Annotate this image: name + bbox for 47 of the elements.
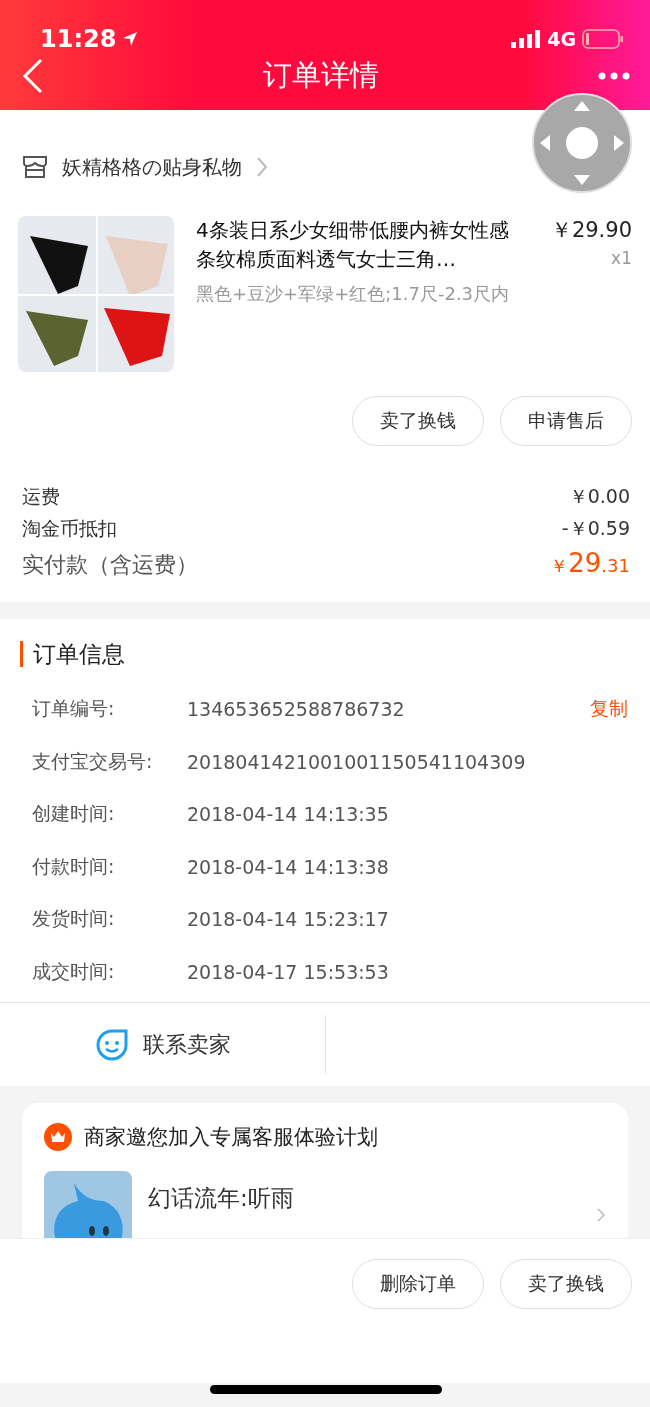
- invite-card[interactable]: 商家邀您加入专属客服体验计划 幻话流年:听雨: [22, 1103, 628, 1238]
- product-quantity: x1: [611, 248, 632, 268]
- info-value: 2018-04-14 14:13:35: [187, 803, 390, 826]
- fee-value: ￥0.00: [568, 484, 630, 509]
- store-icon: [22, 155, 48, 179]
- total-label: 实付款（含运费）: [22, 551, 198, 579]
- total-amount: ￥29.31: [550, 548, 630, 578]
- info-value: 2018-04-14 15:23:17: [187, 908, 390, 931]
- info-label: 发货时间:: [32, 906, 116, 932]
- product-price: ￥29.90: [550, 217, 632, 244]
- location-arrow-icon: [122, 31, 139, 47]
- info-value: 2018-04-14 14:13:38: [187, 855, 390, 878]
- crown-icon: [44, 1123, 72, 1151]
- product-sku: 黑色+豆沙+军绿+红色;1.7尺-2.3尺内: [196, 282, 511, 306]
- product-title[interactable]: 4条装日系少女细带低腰内裤女性感条纹棉质面料透气女士三角…: [196, 216, 526, 274]
- shop-name[interactable]: 妖精格格の贴身私物: [62, 153, 242, 181]
- info-label: 成交时间:: [32, 958, 116, 984]
- network-label: 4G: [547, 28, 576, 50]
- info-label: 支付宝交易号:: [32, 748, 154, 774]
- status-time: 11:28: [40, 25, 117, 53]
- chevron-right-icon: [256, 156, 268, 178]
- agent-name: 幻话流年:听雨: [148, 1184, 295, 1213]
- action-button[interactable]: 申请售后: [500, 396, 632, 446]
- chat-face-icon: [94, 1027, 129, 1062]
- action-button[interactable]: 删除订单: [352, 1259, 484, 1309]
- fee-value: -￥0.59: [561, 516, 630, 541]
- chevron-right-icon: [596, 1207, 606, 1223]
- action-button[interactable]: 卖了换钱: [500, 1259, 632, 1309]
- contact-seller-button[interactable]: 联系卖家: [142, 1029, 231, 1060]
- info-value: 2018-04-17 15:53:53: [187, 960, 390, 983]
- assistive-touch-icon[interactable]: [532, 93, 632, 193]
- back-icon[interactable]: [22, 58, 44, 94]
- fee-label: 淘金币抵扣: [22, 516, 117, 541]
- signal-icon: [511, 30, 542, 48]
- info-label: 订单编号:: [32, 696, 116, 722]
- mascot-icon: [44, 1171, 132, 1238]
- fee-label: 运费: [22, 484, 60, 509]
- invite-title: 商家邀您加入专属客服体验计划: [84, 1124, 378, 1151]
- info-label: 付款时间:: [32, 853, 116, 879]
- battery-icon: [582, 29, 624, 49]
- info-label: 创建时间:: [32, 801, 116, 827]
- more-icon[interactable]: [598, 72, 630, 80]
- section-title: 订单信息: [20, 641, 650, 667]
- info-value: 2018041421001001150541104309: [187, 750, 527, 773]
- info-value: 134653652588786732: [187, 698, 406, 721]
- action-button[interactable]: 卖了换钱: [352, 396, 484, 446]
- page-title: 订单详情: [263, 57, 379, 94]
